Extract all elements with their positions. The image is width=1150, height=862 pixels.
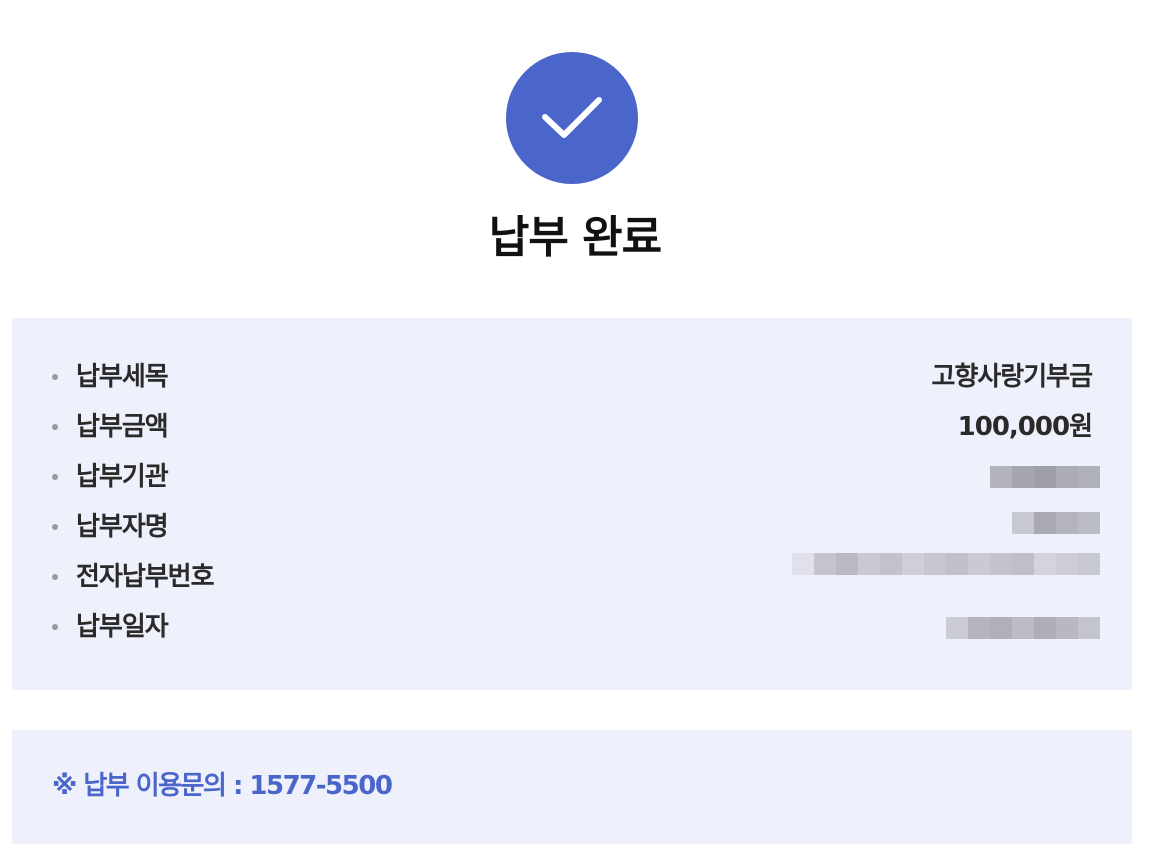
detail-row-tax-item: 납부세목 고향사랑기부금 [12, 357, 1132, 397]
redacted-value [1012, 512, 1100, 534]
detail-label: 납부기관 [76, 462, 169, 492]
detail-label: 납부세목 [76, 362, 169, 392]
bullet-icon [52, 574, 58, 580]
detail-row-agency: 납부기관 [12, 457, 1132, 497]
redacted-value [990, 466, 1100, 488]
payment-complete-page: 납부 완료 납부세목 고향사랑기부금 납부금액 100,000원 납부기관 납부… [0, 0, 1150, 862]
bullet-icon [52, 474, 58, 480]
detail-row-payment-date: 납부일자 [12, 607, 1132, 647]
check-icon [506, 52, 638, 184]
detail-label: 납부금액 [76, 412, 169, 442]
detail-row-payment-number: 전자납부번호 [12, 553, 1132, 597]
contact-info-box: ※ 납부 이용문의 : 1577-5500 [12, 730, 1132, 844]
detail-row-payer-name: 납부자명 [12, 507, 1132, 547]
detail-label: 납부자명 [76, 512, 169, 542]
contact-info-text: ※ 납부 이용문의 : 1577-5500 [52, 771, 393, 801]
detail-value: 고향사랑기부금 [931, 362, 1093, 392]
bullet-icon [52, 624, 58, 630]
redacted-value [946, 617, 1100, 639]
bullet-icon [52, 424, 58, 430]
payment-details-box: 납부세목 고향사랑기부금 납부금액 100,000원 납부기관 납부자명 전자납… [12, 318, 1132, 690]
bullet-icon [52, 524, 58, 530]
redacted-value [792, 553, 1100, 575]
detail-row-amount: 납부금액 100,000원 [12, 407, 1132, 447]
detail-value: 100,000원 [957, 412, 1093, 442]
page-title: 납부 완료 [488, 212, 662, 263]
detail-label: 전자납부번호 [76, 562, 215, 592]
bullet-icon [52, 374, 58, 380]
detail-label: 납부일자 [76, 612, 169, 642]
